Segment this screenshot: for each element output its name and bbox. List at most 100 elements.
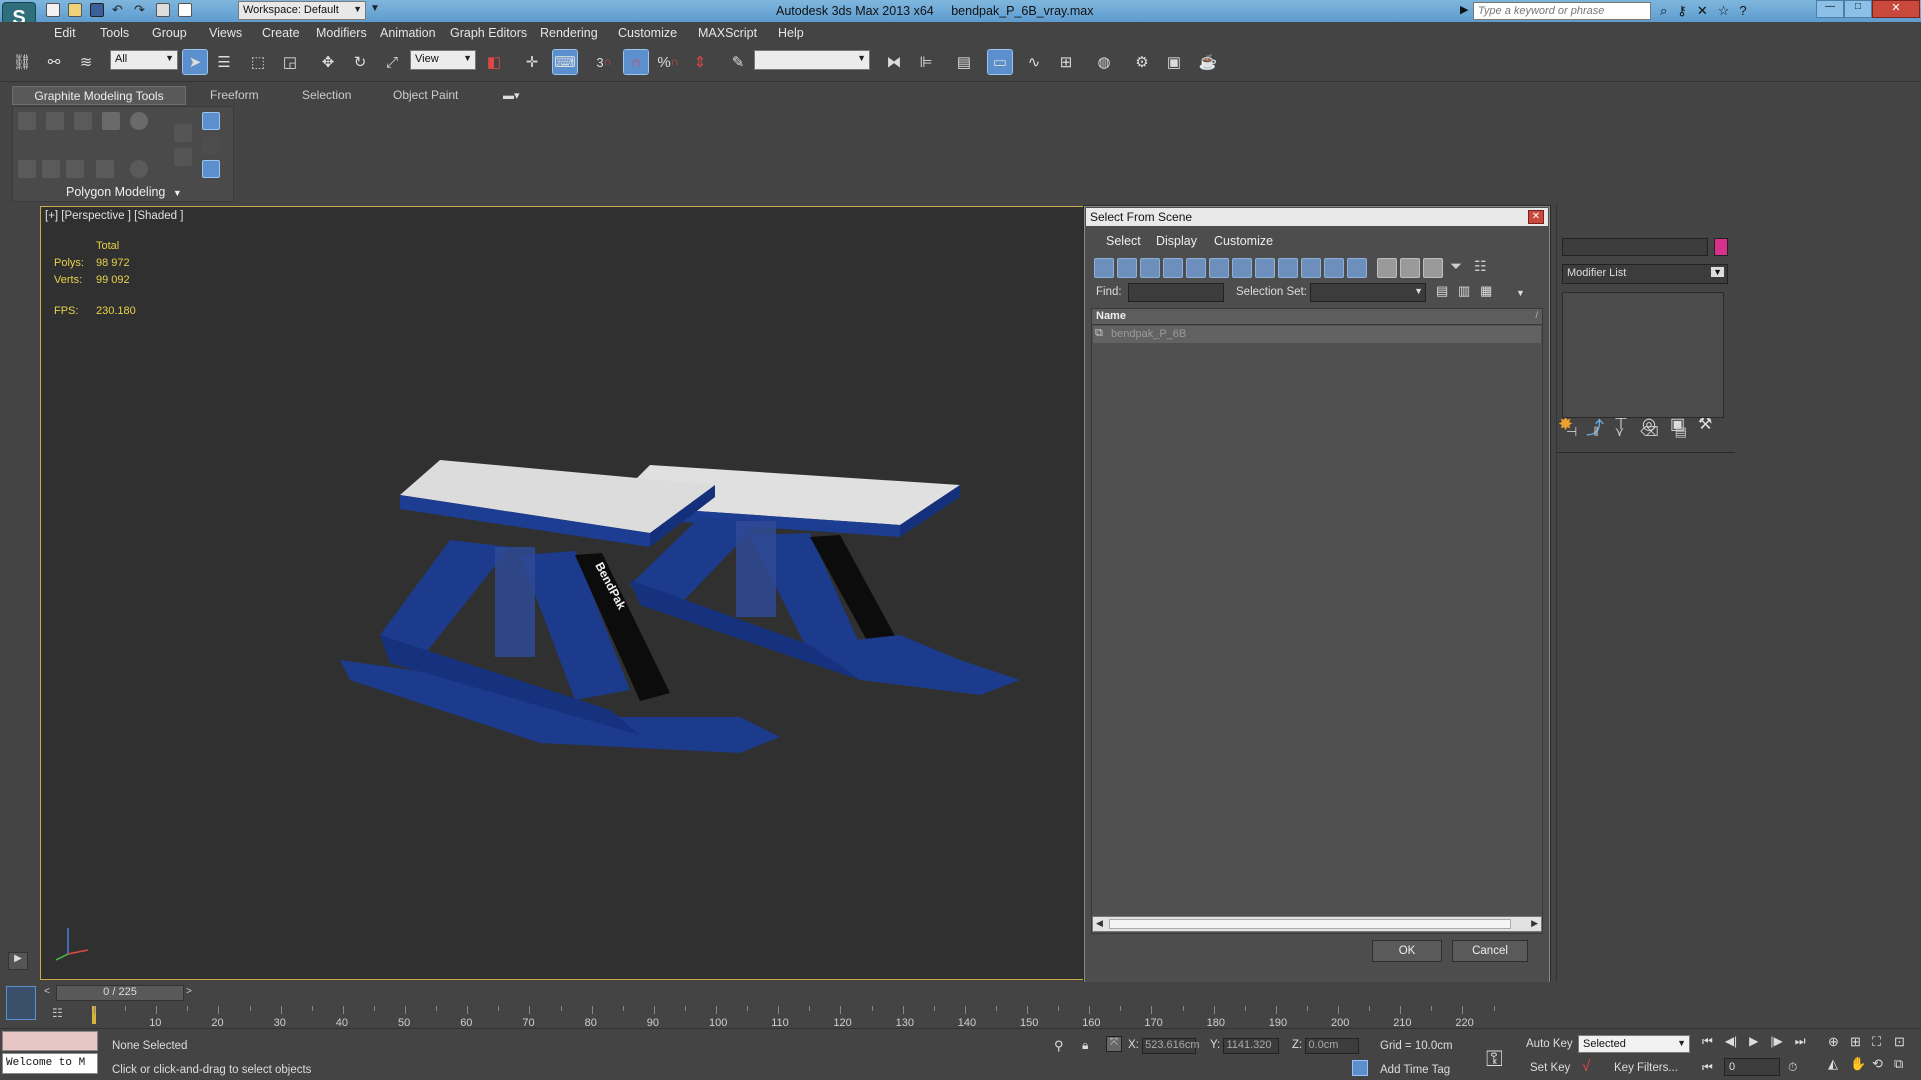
viewport-layout-icon[interactable]: ▶	[8, 952, 28, 970]
tab-object-paint[interactable]: Object Paint	[393, 88, 458, 102]
horizontal-scrollbar[interactable]: ◀ ▶	[1092, 916, 1542, 932]
isolate-selection-icon[interactable]: ⚲	[1054, 1038, 1064, 1054]
menu-create[interactable]: Create	[262, 26, 300, 40]
modify-mode-icon[interactable]	[18, 160, 36, 178]
configure-modifier-sets-icon[interactable]: ▤	[1675, 424, 1687, 440]
menu-graph-editors[interactable]: Graph Editors	[450, 26, 527, 40]
more-options-icon[interactable]: ▼	[1516, 288, 1525, 298]
viewport-label[interactable]: [+] [Perspective ] [Shaded ]	[45, 210, 183, 222]
scroll-right-icon[interactable]: ▶	[1531, 918, 1538, 929]
selection-lock-icon[interactable]: 🔒︎	[1082, 1038, 1088, 1053]
display-groups-icon[interactable]	[1232, 258, 1252, 278]
dialog-close-button[interactable]: ✕	[1528, 210, 1544, 224]
rotate-icon[interactable]: ↻	[348, 50, 372, 74]
modifier-list-dropdown[interactable]: Modifier List ▼	[1562, 264, 1728, 284]
collapse-stack-icon[interactable]	[130, 160, 148, 178]
tab-freeform[interactable]: Freeform	[210, 88, 259, 102]
go-to-start-icon[interactable]: ⏮	[1702, 1034, 1713, 1049]
undo-icon[interactable]: ↶	[112, 3, 126, 17]
scroll-thumb[interactable]	[1109, 919, 1511, 929]
snaps-toggle-button[interactable]: 3 ∩	[592, 50, 616, 74]
select-all-icon[interactable]	[1377, 258, 1397, 278]
named-selection-set-dropdown[interactable]: ▼	[754, 50, 870, 70]
maxscript-listener-top[interactable]	[2, 1031, 98, 1051]
curve-editor-icon[interactable]: ∿	[1022, 50, 1046, 74]
set-key-key-icon[interactable]: ⚿	[1486, 1046, 1503, 1072]
link-icon[interactable]: ⛓	[10, 50, 34, 74]
time-tag-icon[interactable]	[1352, 1060, 1368, 1076]
select-invert-icon[interactable]	[1423, 258, 1443, 278]
ok-button[interactable]: OK	[1372, 940, 1442, 962]
percent-snap-button[interactable]: % ∩	[656, 50, 680, 74]
menu-edit[interactable]: Edit	[54, 26, 76, 40]
spinner-snap-icon[interactable]: ⇕	[688, 50, 712, 74]
save-selection-set-icon[interactable]: ▤	[1436, 283, 1448, 299]
previous-frame-icon[interactable]: ◀|	[1725, 1034, 1737, 1049]
auto-key-mode-dropdown[interactable]: Selected ▼	[1578, 1035, 1690, 1053]
display-geometry-icon[interactable]	[1094, 258, 1114, 278]
zoom-extents-all-icon[interactable]: ⊡	[1894, 1034, 1916, 1050]
display-containers-icon[interactable]	[1301, 258, 1321, 278]
menu-animation[interactable]: Animation	[380, 26, 436, 40]
next-frame-icon[interactable]: |▶	[1770, 1034, 1782, 1049]
find-input[interactable]	[1128, 283, 1224, 302]
remove-modifier-icon[interactable]: ⌫	[1640, 424, 1658, 440]
add-time-tag[interactable]: Add Time Tag	[1380, 1064, 1450, 1076]
ribbon-options-icon[interactable]: ▬▾	[503, 89, 520, 102]
close-button[interactable]: ✕	[1872, 0, 1920, 18]
set-key-icon[interactable]: √	[1582, 1058, 1590, 1075]
angle-snap-toggle-button[interactable]: ∩	[623, 49, 649, 75]
material-editor-icon[interactable]: ◍	[1092, 50, 1116, 74]
dialog-menu-select[interactable]: Select	[1106, 234, 1141, 248]
auto-key-button[interactable]: Auto Key	[1526, 1038, 1573, 1050]
field-of-view-icon[interactable]: ◭	[1828, 1056, 1850, 1072]
display-lights-icon[interactable]	[1140, 258, 1160, 278]
menu-rendering[interactable]: Rendering	[540, 26, 598, 40]
time-slider-next[interactable]: >	[186, 986, 192, 997]
menu-customize[interactable]: Customize	[618, 26, 677, 40]
scene-object-list[interactable]	[1091, 308, 1543, 934]
pin-stack-icon[interactable]	[202, 160, 220, 178]
stack-down-icon[interactable]	[66, 160, 84, 178]
track-bar-toggle-icon[interactable]: ☷	[52, 1006, 70, 1022]
dialog-menu-customize[interactable]: Customize	[1214, 234, 1273, 248]
x-mark-icon[interactable]: ✕	[1697, 3, 1708, 19]
go-to-end-icon[interactable]: ⏭	[1795, 1034, 1806, 1049]
move-icon[interactable]: ✥	[316, 50, 340, 74]
scissor-lift-model[interactable]: BendPak	[340, 455, 1040, 755]
render-setup-icon[interactable]: ⚙	[1130, 50, 1154, 74]
menu-tools[interactable]: Tools	[100, 26, 129, 40]
list-item[interactable]: ⧉ bendpak_P_6B	[1093, 326, 1541, 343]
zoom-extents-icon[interactable]: ⛶	[1872, 1034, 1894, 1050]
show-end-result-icon[interactable]: ‖	[1593, 424, 1598, 440]
graphite-toggle-icon[interactable]: ▭	[987, 49, 1013, 75]
select-manipulate-icon[interactable]: ✛	[520, 50, 544, 74]
keyboard-shortcut-override-icon[interactable]: ⌨	[552, 49, 578, 75]
menu-maxscript[interactable]: MAXScript	[698, 26, 757, 40]
open-file-icon[interactable]	[68, 3, 82, 17]
display-xrefs-icon[interactable]	[1255, 258, 1275, 278]
bind-space-warp-icon[interactable]: ≋	[74, 50, 98, 74]
menu-views[interactable]: Views	[209, 26, 242, 40]
make-unique-icon[interactable]: ⋎	[1615, 424, 1625, 440]
absolute-mode-icon[interactable]: ⤧	[1106, 1036, 1122, 1052]
add-to-selection-set-icon[interactable]: ▥	[1458, 283, 1470, 299]
maxscript-listener[interactable]: Welcome to M	[2, 1053, 98, 1074]
redo-icon[interactable]: ↷	[134, 3, 148, 17]
filter-icon[interactable]: ⏷	[1450, 258, 1462, 275]
ignore-backfacing-icon[interactable]	[174, 148, 192, 166]
unlink-icon[interactable]: ⚯	[42, 50, 66, 74]
z-field[interactable]: 0.0cm	[1305, 1038, 1360, 1054]
select-object-button[interactable]: ➤	[182, 49, 208, 75]
hold-icon[interactable]	[156, 3, 170, 17]
dialog-titlebar[interactable]: Select From Scene	[1086, 208, 1548, 226]
time-slider-prev[interactable]: <	[44, 986, 50, 997]
new-file-icon[interactable]	[46, 3, 60, 17]
rendered-frame-window-icon[interactable]: ▣	[1162, 50, 1186, 74]
edge-icon[interactable]	[46, 112, 64, 130]
display-cameras-icon[interactable]	[1163, 258, 1183, 278]
use-soft-selection-icon[interactable]	[202, 136, 220, 154]
border-icon[interactable]	[74, 112, 92, 130]
element-icon[interactable]	[130, 112, 148, 130]
x-ray-icon[interactable]	[202, 112, 220, 130]
